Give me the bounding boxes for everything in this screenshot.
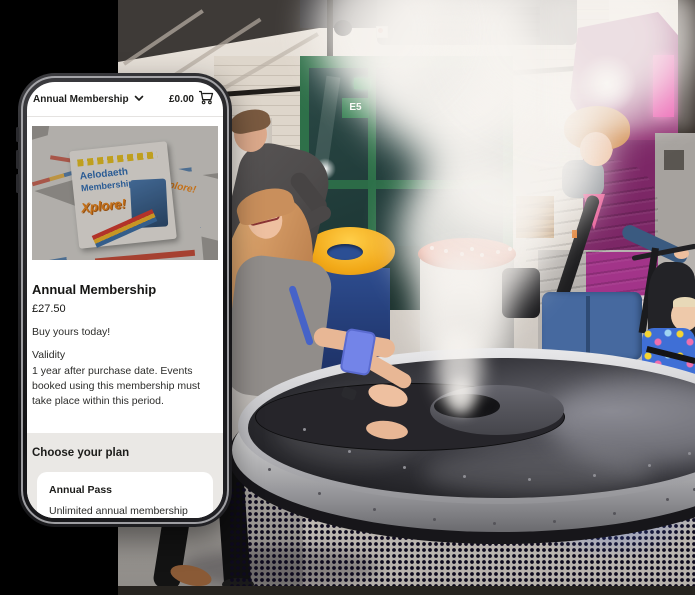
chevron-down-icon	[134, 94, 144, 105]
product-title: Annual Membership	[32, 282, 156, 297]
table-sheen	[423, 450, 653, 496]
phone-screen: Annual Membership £0.00 Xplore!	[27, 82, 223, 518]
baby-hair	[673, 297, 695, 307]
topbar-divider	[27, 116, 223, 117]
validity-text: 1 year after purchase date. Events booke…	[32, 364, 216, 409]
yellow-table-hole	[327, 244, 363, 260]
plan-description: Unlimited annual membership	[49, 505, 188, 517]
validity-label: Validity	[32, 349, 65, 361]
page: E5	[0, 0, 695, 595]
cart-button[interactable]: £0.00	[169, 90, 214, 108]
phone-mute-switch	[16, 127, 20, 142]
shop-topbar: Annual Membership £0.00	[27, 82, 223, 116]
phone-volume-down-button	[16, 174, 20, 193]
jacket-zip-pull	[572, 230, 577, 238]
product-price: £27.50	[32, 303, 66, 315]
pillar-vent	[664, 150, 684, 170]
rim-rivets	[268, 468, 271, 471]
smoke-haze	[548, 0, 695, 130]
plan-name: Annual Pass	[49, 484, 112, 496]
product-selector-label: Annual Membership	[33, 94, 129, 105]
image-dim-overlay	[32, 126, 218, 260]
plan-option-annual-pass[interactable]: Annual Pass Unlimited annual membership	[37, 472, 213, 518]
phone-volume-up-button	[16, 150, 20, 169]
jeans-seam	[586, 296, 590, 358]
cart-icon	[198, 90, 214, 108]
plans-heading: Choose your plan	[32, 447, 129, 459]
product-selector[interactable]: Annual Membership	[33, 94, 144, 105]
product-tagline: Buy yours today!	[32, 326, 110, 338]
cart-total: £0.00	[169, 94, 194, 105]
table-rivets	[303, 428, 306, 431]
phone-mockup: Annual Membership £0.00 Xplore!	[18, 73, 232, 527]
photo-bottom-strip	[118, 586, 695, 595]
plans-section: Choose your plan Annual Pass Unlimited a…	[27, 433, 223, 518]
product-image: Xplore! Aelodaeth Membership Xplore!	[32, 126, 218, 260]
smoke-wisp	[448, 378, 474, 414]
